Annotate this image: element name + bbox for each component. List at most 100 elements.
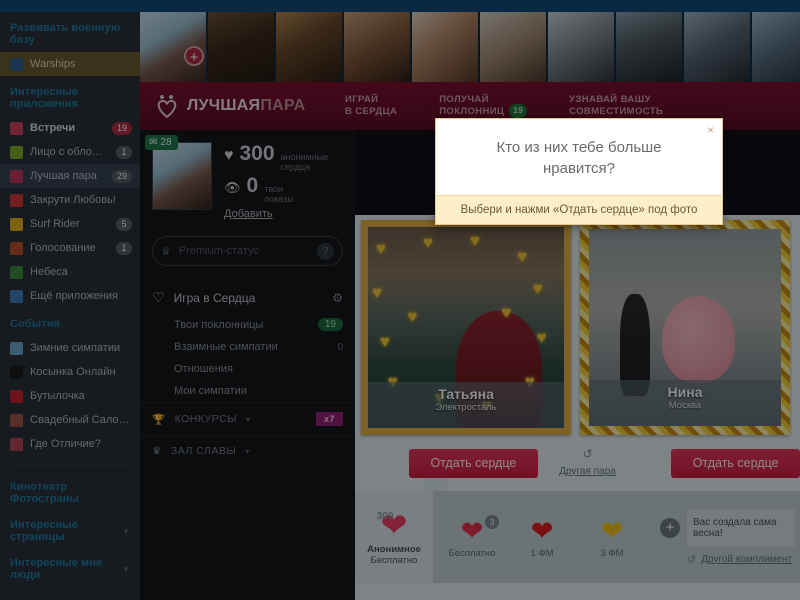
gift-icon-wrap: ❤ — [579, 516, 645, 546]
heart-icon: ♥ — [224, 147, 234, 164]
plus-icon[interactable]: + — [660, 517, 680, 538]
avatar[interactable]: ✉ 28 — [145, 135, 212, 210]
sidebar-footer-link[interactable]: Интересные мне люди ▼ — [0, 549, 140, 587]
sidebar-item-vote[interactable]: Голосование 1 — [0, 236, 140, 260]
card-frame: ♥♥♥♥♥♥♥♥♥♥♥♥♥♥ТатьянаЭлектросталь — [361, 220, 571, 435]
photo-thumbnail — [344, 12, 410, 82]
gift-option[interactable]: 3 ❤ Бесплатно — [439, 514, 505, 559]
menu-row-trophy[interactable]: 🏆 КОНКУРСЫ ▾ x7 — [140, 402, 355, 435]
warship-icon — [10, 57, 23, 71]
sidebar-item-wedding[interactable]: Свадебный Салон 2 — [0, 408, 140, 432]
filmstrip-photo[interactable] — [412, 12, 478, 82]
snowflake-icon — [10, 341, 23, 355]
gift-icon-wrap: ❤ — [509, 516, 575, 546]
app-nav-line1: ИГРАЙ — [345, 94, 379, 105]
chevron-down-icon[interactable]: ▾ — [245, 447, 250, 456]
filmstrip-photo[interactable] — [344, 12, 410, 82]
sparkle-heart-icon: ♥ — [371, 283, 382, 303]
sidebar-item-label: Warships — [30, 58, 76, 70]
filmstrip-photo[interactable] — [616, 12, 682, 82]
menu-subitem[interactable]: Твои поклонницы 19 — [140, 313, 355, 336]
app-nav-item[interactable]: ИГРАЙ В СЕРДЦА — [345, 94, 397, 118]
sidebar-footer-link[interactable]: Интересные страницы ▼ — [0, 511, 140, 549]
gift-count-badge: 300 — [376, 511, 394, 522]
logo-text-secondary: ПАРА — [260, 97, 306, 114]
app-logo[interactable]: ЛУЧШАЯПАРА — [140, 93, 345, 119]
filmstrip-photo[interactable]: + — [140, 12, 206, 82]
app-nav-item[interactable]: УЗНАВАЙ ВАШУ СОВМЕСТИМОСТЬ — [569, 94, 663, 118]
premium-status-button[interactable]: ♛ Premium-статус ? — [152, 236, 343, 266]
sidebar-item-warship[interactable]: Warships — [0, 52, 140, 76]
filmstrip-photo[interactable] — [208, 12, 274, 82]
app-nav-line1: УЗНАВАЙ ВАШУ — [569, 94, 651, 105]
smiley-icon — [10, 217, 23, 231]
sidebar-item-club[interactable]: Косынка Онлайн — [0, 360, 140, 384]
filmstrip-photo[interactable] — [276, 12, 342, 82]
game-content: ♥♥♥♥♥♥♥♥♥♥♥♥♥♥ТатьянаЭлектростальНинаМос… — [355, 215, 800, 600]
menu-subitem[interactable]: Взаимные симпатии 0 — [140, 336, 355, 358]
sparkle-heart-icon: ♥ — [516, 247, 528, 267]
another-pair-link[interactable]: Другая пара — [559, 466, 616, 477]
filmstrip-photo[interactable] — [684, 12, 750, 82]
gift-option[interactable]: ❤ 1 ФМ — [509, 516, 575, 559]
give-heart-button-left[interactable]: Отдать сердце — [409, 448, 538, 478]
action-row: Отдать сердце ↺ Другая пара Отдать сердц… — [355, 443, 800, 483]
sidebar-item-spot-difference[interactable]: Где Отличие? — [0, 432, 140, 456]
menu-subitem[interactable]: Отношения — [140, 358, 355, 380]
give-heart-button-right[interactable]: Отдать сердце — [671, 448, 800, 478]
sidebar-item-label: Зимние симпатии — [30, 342, 121, 354]
gift-label-anonymous: Анонимное Бесплатно — [367, 544, 421, 566]
sidebar-item-medal[interactable]: Лицо с обложки 1 — [0, 140, 140, 164]
arrow-heart-icon: ❤ — [600, 515, 624, 546]
filmstrip-photo[interactable] — [752, 12, 800, 82]
candidate-card[interactable]: Нина Москва — [580, 220, 790, 435]
app-left-column: ✉ 28 ♥ 300 анонимные сердца 👁 0 твои пок… — [140, 130, 355, 600]
another-compliment-link[interactable]: Другой комплимент — [701, 554, 792, 565]
filmstrip-photo[interactable] — [480, 12, 546, 82]
gear-icon[interactable]: ⚙ — [332, 291, 343, 305]
sidebar-item-couple[interactable]: Лучшая пара 29 — [0, 164, 140, 188]
add-photo-link[interactable]: Добавить — [224, 208, 273, 220]
sparkle-heart-icon: ♥ — [379, 331, 390, 351]
gift-count-badge: 3 — [485, 514, 499, 529]
sidebar-item-label: Косынка Онлайн — [30, 366, 116, 378]
app-nav-item[interactable]: ПОЛУЧАЙ ПОКЛОННИЦ 19 — [439, 94, 528, 118]
modal-title: Кто из них тебе больше нравится? — [496, 139, 662, 177]
gift-options: 3 ❤ Бесплатно ❤ 1 ФМ ❤ 3 ФМ — [433, 491, 660, 583]
sidebar-item-label: Голосование — [30, 242, 96, 254]
another-pair-control[interactable]: ↺ Другая пара — [547, 447, 629, 479]
candidate-card[interactable]: ♥♥♥♥♥♥♥♥♥♥♥♥♥♥ТатьянаЭлектросталь — [361, 220, 571, 435]
candidate-city: Москва — [668, 400, 702, 411]
question-icon[interactable]: ? — [317, 242, 334, 260]
close-icon[interactable]: × — [707, 123, 714, 137]
sidebar-item-badge: 1 — [116, 145, 132, 159]
candidate-name: Нина — [667, 384, 703, 400]
menu-row-crown[interactable]: ♛ ЗАЛ СЛАВЫ ▾ — [140, 435, 355, 466]
sidebar-footer-label: Интересные страницы — [10, 519, 79, 543]
sidebar-footer-link[interactable]: Кинотеатр Фотостраны — [0, 473, 140, 511]
sidebar-item-snowflake[interactable]: Зимние симпатии — [0, 336, 140, 360]
sidebar-item-bottle[interactable]: Бутылочка — [0, 384, 140, 408]
chevron-down-icon[interactable]: ▾ — [246, 415, 251, 424]
sidebar-item-heart[interactable]: Закрути Любовь! — [0, 188, 140, 212]
modal-hint: Выбери и нажми «Отдать сердце» под фото — [436, 195, 722, 224]
photo-filmstrip[interactable]: + — [140, 12, 800, 82]
menu-item-hearts-game[interactable]: ♡ Игра в Сердца ⚙ — [140, 282, 355, 313]
sidebar-item-tree[interactable]: Небеса — [0, 260, 140, 284]
chevron-down-icon[interactable]: ▼ — [122, 565, 130, 574]
photo-thumbnail — [276, 12, 342, 82]
gift-option-anonymous[interactable]: 300 ❤ Анонимное Бесплатно — [355, 491, 433, 583]
sparkle-heart-icon: ♥ — [536, 327, 547, 347]
mail-badge[interactable]: ✉ 28 — [145, 135, 178, 150]
sidebar-item-smiley[interactable]: Surf Rider 5 — [0, 212, 140, 236]
chevron-down-icon[interactable]: ▼ — [122, 527, 130, 536]
hearts-icon — [10, 121, 23, 135]
sidebar-item-apps[interactable]: Ещё приложения — [0, 284, 140, 308]
sidebar-item-hearts[interactable]: Встречи 19 — [0, 116, 140, 140]
gift-bar: 300 ❤ Анонимное Бесплатно 3 ❤ Бесплатно ❤ 1 … — [355, 491, 800, 583]
gift-option[interactable]: ❤ 3 ФМ — [579, 516, 645, 559]
add-photo-icon[interactable]: + — [184, 46, 204, 66]
filmstrip-photo[interactable] — [548, 12, 614, 82]
menu-subitem[interactable]: Мои симпатии — [140, 380, 355, 402]
menu-subitem-label: Мои симпатии — [174, 385, 247, 397]
